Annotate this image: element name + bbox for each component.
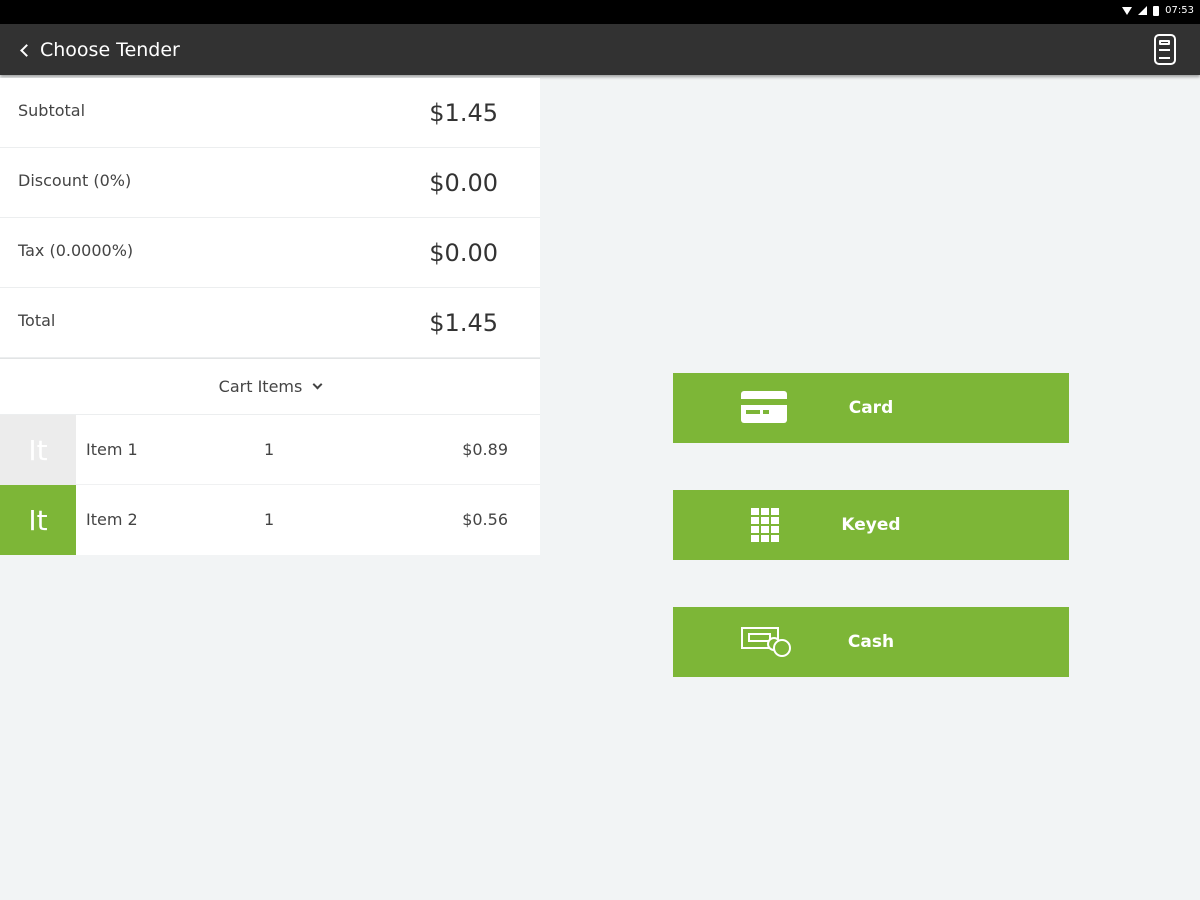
cart-items-label: Cart Items (218, 377, 303, 396)
cart-item-row[interactable]: It Item 2 1 $0.56 (0, 485, 540, 555)
signal-icon (1138, 6, 1148, 15)
cart-items-toggle[interactable]: Cart Items (0, 358, 540, 415)
subtotal-label: Subtotal (18, 101, 86, 120)
item-name: Item 1 (86, 440, 138, 459)
item-price: $0.89 (462, 440, 508, 459)
status-icons: 07:53 (1122, 5, 1194, 16)
tax-label: Tax (0.0000%) (18, 241, 134, 260)
back-button[interactable]: Choose Tender (20, 24, 180, 75)
item-price: $0.56 (462, 510, 508, 529)
card-tender-button[interactable]: Card (673, 373, 1069, 443)
card-reader-button[interactable] (1154, 34, 1176, 65)
item-thumbnail: It (0, 485, 76, 555)
chevron-down-icon (312, 379, 323, 390)
tax-value: $0.00 (429, 239, 498, 267)
battery-icon (1153, 5, 1160, 16)
subtotal-value: $1.45 (429, 99, 498, 127)
status-bar: 07:53 (0, 0, 1200, 24)
discount-value: $0.00 (429, 169, 498, 197)
total-row: Total $1.45 (0, 288, 540, 358)
card-tender-label: Card (848, 398, 894, 418)
item-thumbnail: It (0, 415, 76, 485)
keyed-tender-button[interactable]: Keyed (673, 490, 1069, 560)
wifi-icon (1122, 6, 1133, 15)
app-toolbar: Choose Tender (0, 24, 1200, 75)
keyed-tender-label: Keyed (841, 515, 901, 535)
status-clock: 07:53 (1165, 5, 1194, 16)
total-value: $1.45 (429, 309, 498, 337)
page-title: Choose Tender (40, 38, 180, 61)
discount-row: Discount (0%) $0.00 (0, 148, 540, 218)
item-name: Item 2 (86, 510, 138, 529)
cash-tender-button[interactable]: Cash (673, 607, 1069, 677)
cash-tender-label: Cash (847, 632, 895, 652)
discount-label: Discount (0%) (18, 171, 132, 190)
item-quantity: 1 (264, 510, 275, 529)
total-label: Total (18, 311, 56, 330)
subtotal-row: Subtotal $1.45 (0, 78, 540, 148)
tax-row: Tax (0.0000%) $0.00 (0, 218, 540, 288)
chevron-left-icon (20, 43, 33, 57)
item-quantity: 1 (264, 440, 275, 459)
order-summary-panel: Subtotal $1.45 Discount (0%) $0.00 Tax (… (0, 78, 540, 555)
cart-item-row[interactable]: It Item 1 1 $0.89 (0, 415, 540, 485)
